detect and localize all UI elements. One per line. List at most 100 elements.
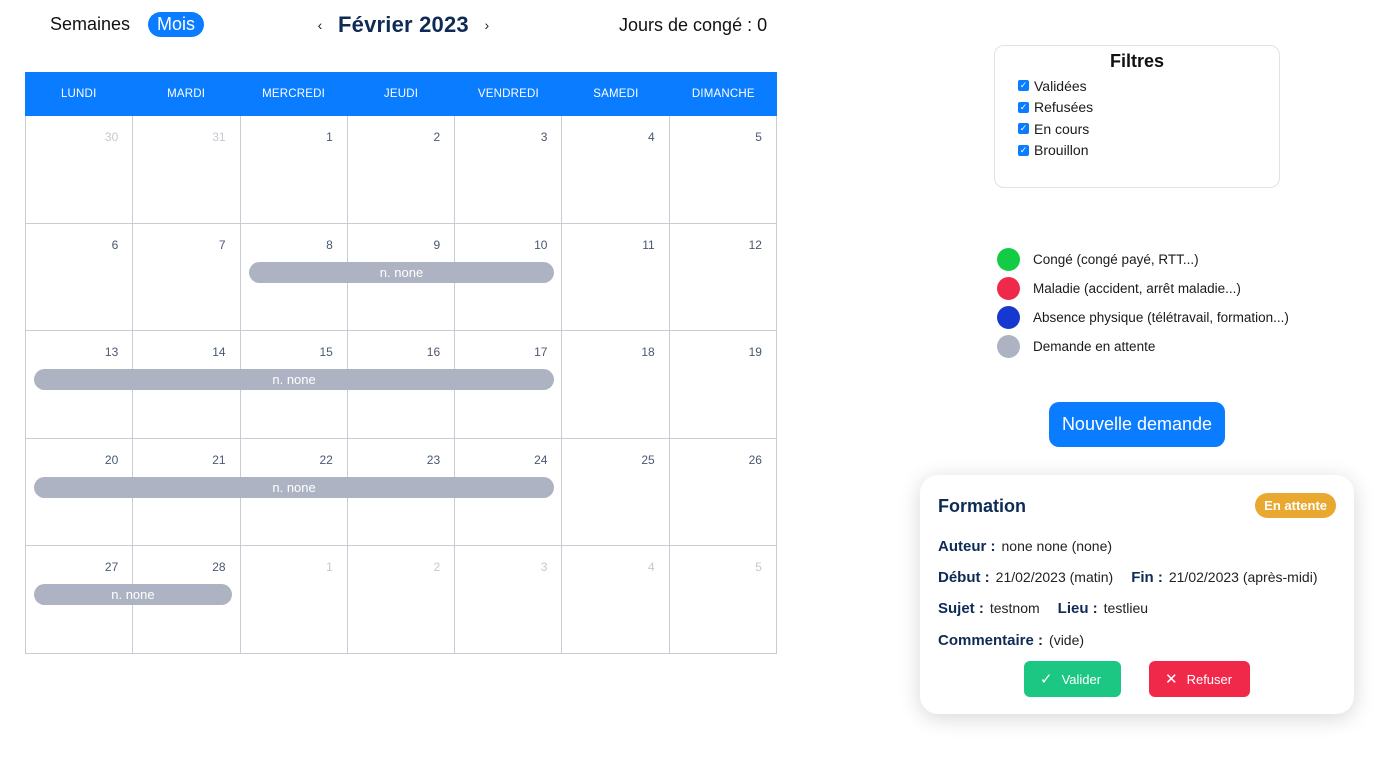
day-cell[interactable]: 2 xyxy=(347,546,456,654)
day-number: 18 xyxy=(641,345,655,359)
calendar-grid: 30 31 1 2 3 4 5 6 7 8 9 10 11 12 n. none 13 14 15 16 17 18 19… xyxy=(25,116,777,654)
author-value: none none (none) xyxy=(1001,538,1113,554)
day-cell[interactable]: 11 xyxy=(562,223,670,331)
day-cell[interactable]: 4 xyxy=(562,116,670,224)
close-icon: ✕ xyxy=(1165,670,1178,688)
weekday-label: VENDREDI xyxy=(477,88,539,100)
legend-label: Congé (congé payé, RTT...) xyxy=(1033,252,1199,267)
refuse-button[interactable]: ✕ Refuser xyxy=(1149,661,1250,697)
filters-title: Filtres xyxy=(1109,51,1165,71)
day-number: 13 xyxy=(104,345,119,359)
day-cell[interactable]: 1 xyxy=(240,546,348,654)
view-weeks-tab[interactable]: Semaines xyxy=(42,12,138,37)
weekday-label: MERCREDI xyxy=(262,88,326,100)
legend-item: Demande en attente xyxy=(997,332,1289,361)
day-cell[interactable]: 7 xyxy=(133,223,241,331)
card-actions: ✓ Valider ✕ Refuser xyxy=(1024,661,1250,697)
filter-label: Validées xyxy=(1034,77,1087,94)
month-calendar: LUNDI MARDI MERCREDI JEUDI VENDREDI SAMEDI DIM… xyxy=(25,72,777,654)
day-number: 30 xyxy=(104,130,119,144)
validate-button[interactable]: ✓ Valider xyxy=(1024,661,1121,697)
comment-label: Commentaire : xyxy=(938,632,1044,649)
legend-item: Congé (congé payé, RTT...) xyxy=(997,245,1289,274)
day-number: 12 xyxy=(748,237,762,252)
day-cell[interactable]: 5 xyxy=(669,116,777,224)
day-number: 9 xyxy=(433,237,441,252)
view-month-tab[interactable]: Mois xyxy=(148,12,205,37)
day-cell[interactable]: 2 xyxy=(347,116,456,224)
day-cell[interactable]: 5 xyxy=(669,546,777,654)
day-number: 14 xyxy=(212,345,226,359)
day-number: 1 xyxy=(326,130,333,144)
filter-option[interactable]: ✓ Validées xyxy=(1018,75,1279,97)
legend-color-dot xyxy=(997,335,1020,358)
legend-label: Absence physique (télétravail, formation… xyxy=(1033,310,1289,325)
start-label: Début : xyxy=(938,569,990,586)
day-cell[interactable]: 3 xyxy=(455,546,563,654)
day-cell[interactable]: 25 xyxy=(562,438,670,546)
weekday-label: LUNDI xyxy=(60,88,97,100)
calendar-event[interactable]: n. none xyxy=(34,369,555,390)
filter-list: ✓ Validées ✓ Refusées ✓ En cours ✓ Brouillon xyxy=(995,75,1279,161)
day-number: 6 xyxy=(111,237,119,252)
weekday-label: SAMEDI xyxy=(593,88,639,100)
calendar-event[interactable]: n. none xyxy=(34,584,232,605)
legend-item: Maladie (accident, arrêt maladie...) xyxy=(997,274,1289,303)
day-cell[interactable]: 31 xyxy=(133,116,241,224)
day-number: 8 xyxy=(326,237,333,252)
weekday-label: JEUDI xyxy=(383,88,419,100)
checkbox-icon[interactable]: ✓ xyxy=(1018,123,1029,135)
check-icon: ✓ xyxy=(1040,670,1053,688)
day-number: 2 xyxy=(433,560,441,574)
filters-panel: Filtres ✓ Validées ✓ Refusées ✓ En cours ✓ Brou… xyxy=(994,45,1280,188)
day-cell[interactable]: 1 xyxy=(240,116,348,224)
end-value: 21/02/2023 (après-midi) xyxy=(1168,569,1318,585)
day-cell[interactable]: 19 xyxy=(669,331,777,439)
day-cell[interactable]: 18 xyxy=(562,331,670,439)
day-number: 15 xyxy=(319,345,333,359)
day-number: 16 xyxy=(426,345,441,359)
day-cell[interactable]: 4 xyxy=(562,546,670,654)
day-number: 11 xyxy=(642,237,655,252)
filter-option[interactable]: ✓ Refusées xyxy=(1018,97,1279,119)
weekday-header: LUNDI MARDI MERCREDI JEUDI VENDREDI SAMEDI DIM… xyxy=(25,72,777,116)
day-number: 3 xyxy=(540,560,548,574)
place-label: Lieu : xyxy=(1057,600,1098,617)
subject-label: Sujet : xyxy=(938,600,984,617)
checkbox-icon[interactable]: ✓ xyxy=(1018,144,1029,156)
filter-label: Brouillon xyxy=(1034,142,1089,159)
calendar-week: 27 28 1 2 3 4 5 n. none xyxy=(26,546,777,654)
view-toggle: Semaines Mois xyxy=(42,12,205,37)
day-number: 19 xyxy=(748,345,762,359)
day-cell[interactable]: 3 xyxy=(455,116,563,224)
calendar-event[interactable]: n. none xyxy=(34,476,555,498)
day-cell[interactable]: 12 xyxy=(669,223,777,331)
checkbox-icon[interactable]: ✓ xyxy=(1018,80,1029,92)
leave-days-count: Jours de congé : 0 xyxy=(619,15,768,35)
filter-option[interactable]: ✓ Brouillon xyxy=(1018,140,1279,162)
calendar-event[interactable]: n. none xyxy=(248,261,555,283)
legend-label: Demande en attente xyxy=(1033,339,1156,354)
new-request-button[interactable]: Nouvelle demande xyxy=(1049,402,1225,447)
weekday-label: DIMANCHE xyxy=(691,88,755,100)
day-number: 21 xyxy=(212,452,226,467)
weekday-label: MARDI xyxy=(167,88,206,100)
day-number: 4 xyxy=(648,560,655,574)
day-number: 4 xyxy=(648,130,655,144)
filter-option[interactable]: ✓ En cours xyxy=(1018,118,1279,140)
day-number: 26 xyxy=(748,452,762,467)
legend-color-dot xyxy=(997,277,1020,300)
prev-month-icon[interactable]: ‹ xyxy=(316,17,324,33)
legend-label: Maladie (accident, arrêt maladie...) xyxy=(1033,281,1241,296)
day-cell[interactable]: 6 xyxy=(26,223,134,331)
filter-label: En cours xyxy=(1034,120,1090,137)
checkbox-icon[interactable]: ✓ xyxy=(1018,101,1029,113)
refuse-label: Refuser xyxy=(1186,671,1233,687)
place-value: testlieu xyxy=(1103,600,1149,616)
next-month-icon[interactable]: › xyxy=(483,17,491,33)
day-number: 17 xyxy=(534,345,548,359)
status-badge: En attente xyxy=(1255,493,1336,518)
subject-row: Sujet : testnom Lieu : testlieu xyxy=(938,600,1148,617)
day-cell[interactable]: 30 xyxy=(26,116,134,224)
day-cell[interactable]: 26 xyxy=(669,438,777,546)
